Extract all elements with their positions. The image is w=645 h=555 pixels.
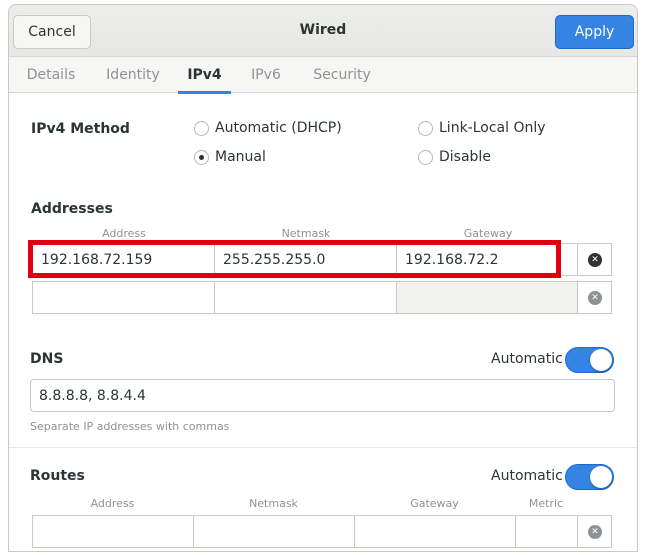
apply-button[interactable]: Apply xyxy=(555,15,634,49)
address-row-1-delete-cell: ✕ xyxy=(577,243,612,276)
route-row-delete-cell: ✕ xyxy=(577,515,612,548)
radio-automatic-dhcp[interactable]: Automatic (DHCP) xyxy=(194,120,342,136)
address-row-2-delete-cell: ✕ xyxy=(577,281,612,314)
radio-manual[interactable]: Manual xyxy=(194,149,266,165)
dns-hint: Separate IP addresses with commas xyxy=(30,420,230,433)
radio-automatic-dhcp-label: Automatic (DHCP) xyxy=(215,120,342,136)
radio-unchecked-icon xyxy=(418,149,433,165)
radio-disable-label: Disable xyxy=(439,149,491,165)
tab-security[interactable]: Security xyxy=(307,57,377,93)
delete-row-1-button[interactable]: ✕ xyxy=(588,253,602,267)
dns-automatic-label: Automatic xyxy=(491,351,563,367)
route-row-metric-input[interactable] xyxy=(515,515,578,548)
address-row-1-gateway-input[interactable]: 192.168.72.2 xyxy=(396,243,578,276)
switch-knob xyxy=(590,466,612,488)
addresses-label: Addresses xyxy=(31,201,113,217)
delete-route-button[interactable]: ✕ xyxy=(588,525,602,539)
routes-column-metric: Metric xyxy=(528,497,564,510)
dns-label: DNS xyxy=(30,351,64,367)
radio-link-local-only-label: Link-Local Only xyxy=(439,120,546,136)
addresses-column-netmask: Netmask xyxy=(281,227,331,240)
ipv4-method-label: IPv4 Method xyxy=(31,121,130,137)
radio-unchecked-icon xyxy=(194,120,209,136)
tab-identity[interactable]: Identity xyxy=(99,57,167,93)
delete-row-2-button[interactable]: ✕ xyxy=(588,291,602,305)
address-row-2-netmask-input[interactable] xyxy=(214,281,397,314)
dialog-title: Wired xyxy=(299,22,347,38)
addresses-column-gateway: Gateway xyxy=(463,227,513,240)
dns-automatic-switch[interactable] xyxy=(565,347,614,373)
section-divider xyxy=(9,447,637,448)
address-row-2-address-input[interactable] xyxy=(32,281,215,314)
radio-manual-label: Manual xyxy=(215,149,266,165)
address-row-2-gateway-input[interactable] xyxy=(396,281,578,314)
radio-disable[interactable]: Disable xyxy=(418,149,491,165)
routes-column-address: Address xyxy=(90,497,135,510)
routes-label: Routes xyxy=(30,468,85,484)
radio-checked-icon xyxy=(194,149,209,165)
addresses-column-address: Address xyxy=(102,227,146,240)
route-row-gateway-input[interactable] xyxy=(354,515,516,548)
route-row-address-input[interactable] xyxy=(32,515,194,548)
routes-column-gateway: Gateway xyxy=(410,497,459,510)
tab-ipv6[interactable]: IPv6 xyxy=(245,57,287,93)
dns-servers-input[interactable]: 8.8.8.8, 8.8.4.4 xyxy=(30,379,615,412)
switch-knob xyxy=(590,349,612,371)
tab-bar: Details Identity IPv4 IPv6 Security xyxy=(9,57,637,94)
header-bar: Cancel Wired Apply xyxy=(9,5,637,57)
tab-details[interactable]: Details xyxy=(17,57,85,93)
radio-link-local-only[interactable]: Link-Local Only xyxy=(418,120,546,136)
tab-ipv4[interactable]: IPv4 xyxy=(178,57,231,94)
routes-automatic-label: Automatic xyxy=(491,468,563,484)
routes-column-netmask: Netmask xyxy=(249,497,298,510)
radio-unchecked-icon xyxy=(418,120,433,136)
route-row-netmask-input[interactable] xyxy=(193,515,355,548)
address-row-1-netmask-input[interactable]: 255.255.255.0 xyxy=(214,243,397,276)
routes-automatic-switch[interactable] xyxy=(565,464,614,490)
address-row-1-address-input[interactable]: 192.168.72.159 xyxy=(32,243,215,276)
